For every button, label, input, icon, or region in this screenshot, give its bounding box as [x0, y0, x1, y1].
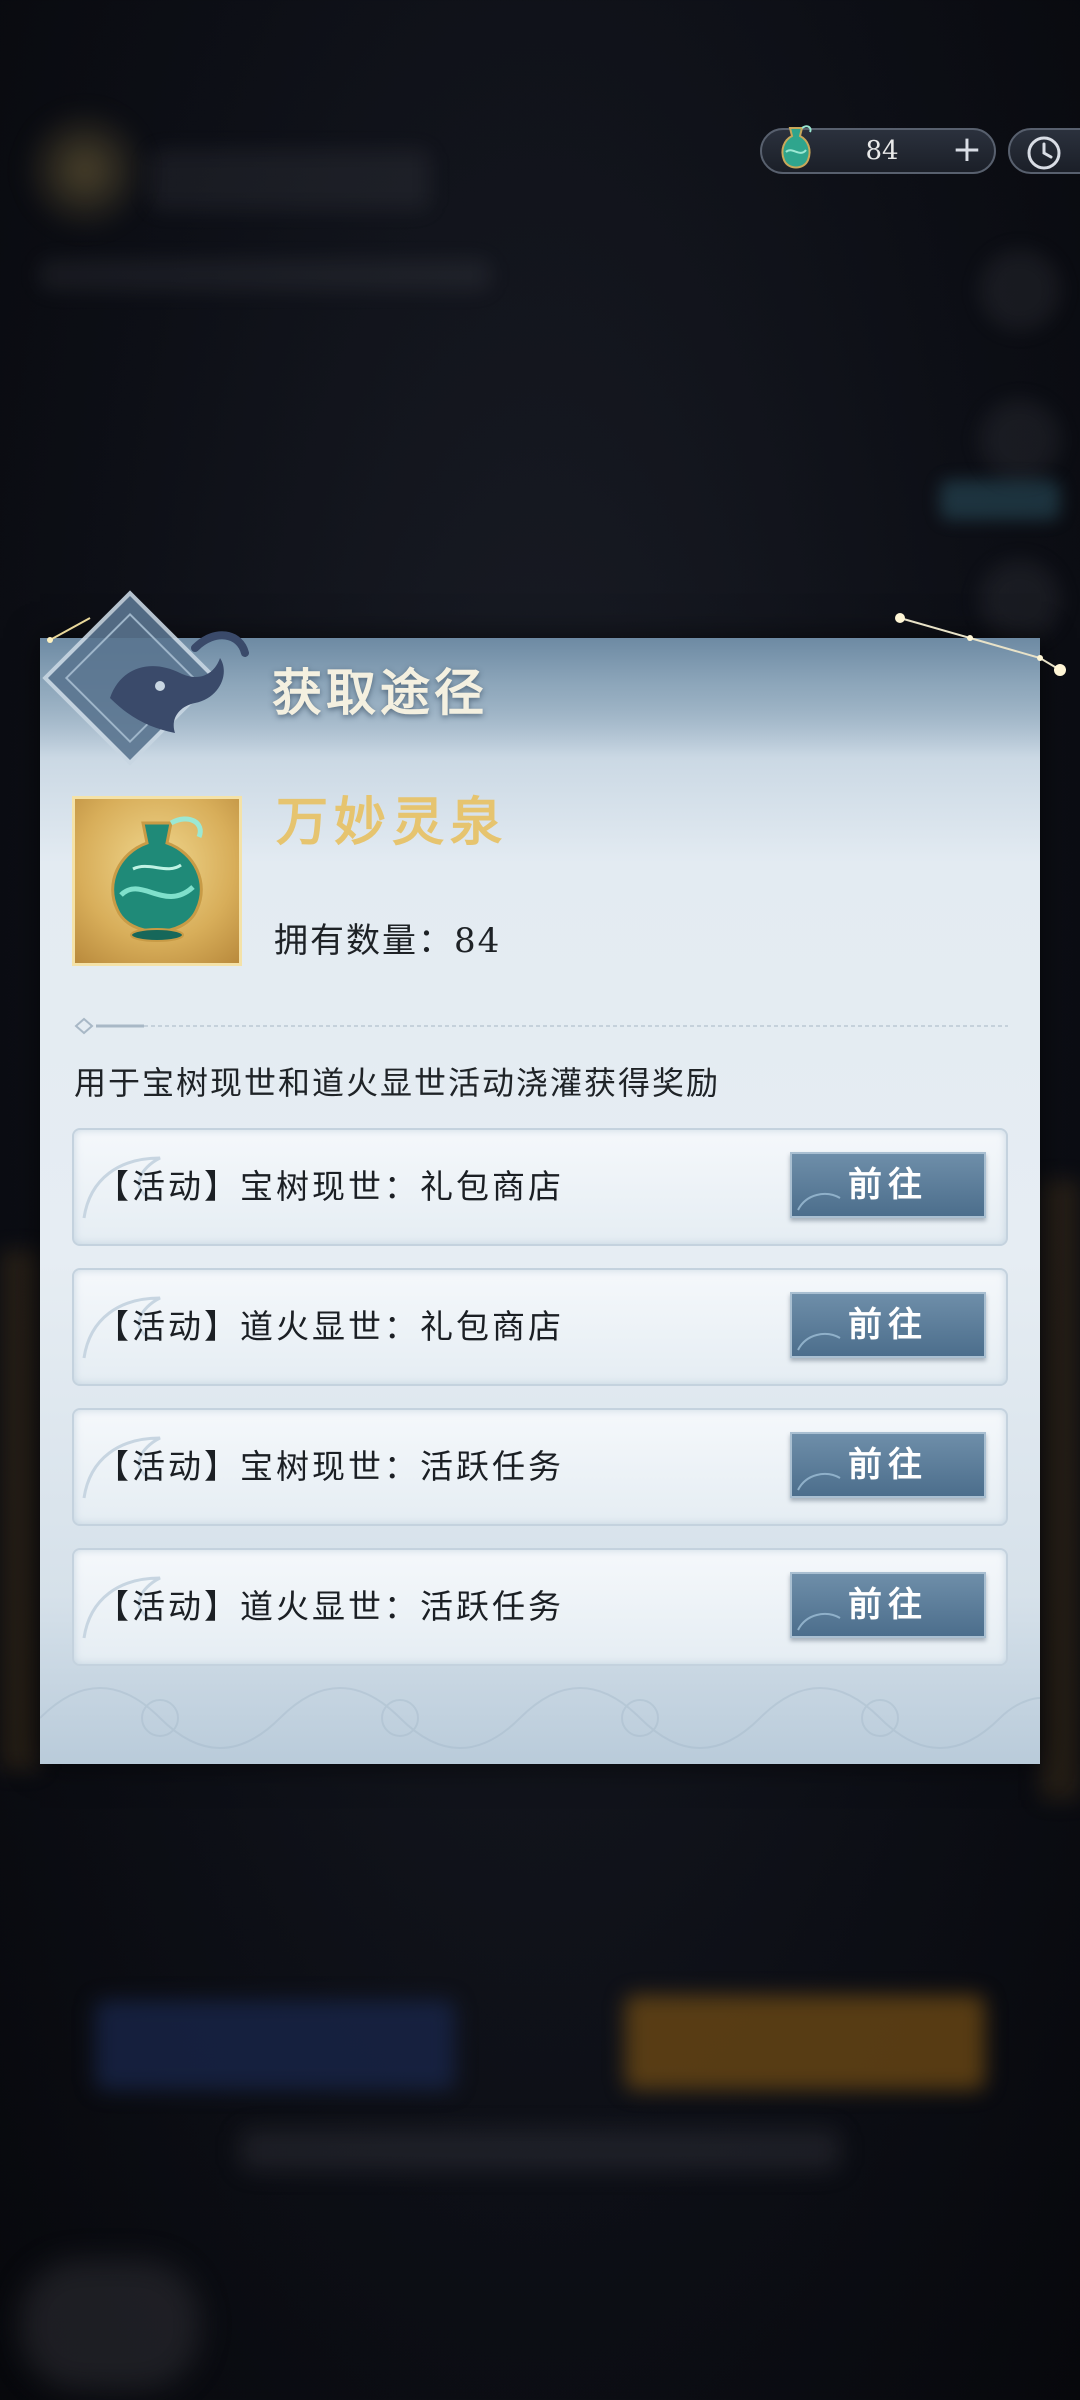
item-count: 拥有数量：84: [274, 921, 502, 961]
acquisition-dialog: 获取途径 万妙灵泉 拥有数量：84 用于宝树现世和道火显世活动浇灌获得奖励 【活…: [40, 590, 1066, 1764]
spirit-spring-vase-icon: [111, 816, 203, 942]
route-row: 【活动】宝树现世：活跃任务 前往: [72, 1408, 1008, 1526]
background-decoration: [1040, 1180, 1080, 1800]
green-vase-icon: [781, 125, 812, 169]
clock-icon: [1027, 136, 1061, 170]
background-logo: [20, 110, 150, 230]
dialog-pattern: [40, 1687, 1040, 1749]
currency-amount: 84: [865, 136, 899, 166]
background-side-tag: [940, 480, 1060, 520]
dialog-title: 获取途径: [272, 663, 488, 722]
route-row: 【活动】道火显世：礼包商店 前往: [72, 1268, 1008, 1386]
background-side-icon: [980, 250, 1060, 330]
clock-button[interactable]: [1008, 128, 1080, 174]
route-label: 【活动】宝树现世：活跃任务: [96, 1447, 564, 1486]
background-title: [150, 150, 430, 210]
background-button: [625, 1995, 985, 2090]
go-button[interactable]: 前往: [790, 1432, 986, 1498]
route-label: 【活动】道火显世：礼包商店: [96, 1307, 564, 1346]
dragon-emblem: [42, 590, 249, 766]
background-button: [95, 2000, 455, 2090]
item-description: 用于宝树现世和道火显世活动浇灌获得奖励: [74, 1064, 721, 1102]
section-divider: [74, 1017, 1008, 1035]
currency-display: 84 +: [760, 125, 996, 174]
add-currency-button[interactable]: +: [950, 132, 984, 168]
route-row: 【活动】道火显世：活跃任务 前往: [72, 1548, 1008, 1666]
go-button-label: 前往: [848, 1585, 928, 1625]
background-back-button: [20, 2260, 200, 2390]
background-subtitle: [40, 260, 490, 290]
go-button[interactable]: 前往: [790, 1292, 986, 1358]
route-label: 【活动】宝树现世：礼包商店: [96, 1167, 564, 1206]
go-button[interactable]: 前往: [790, 1572, 986, 1638]
go-button-label: 前往: [848, 1165, 928, 1205]
background-text: [240, 2130, 840, 2170]
constellation-decoration: [895, 613, 1066, 676]
go-button-label: 前往: [848, 1445, 928, 1485]
route-label: 【活动】道火显世：活跃任务: [96, 1587, 564, 1626]
item-icon-frame: [72, 796, 242, 966]
background-decoration: [0, 1250, 40, 1770]
background-side-icon: [980, 400, 1060, 480]
go-button-label: 前往: [848, 1305, 928, 1345]
item-name: 万妙灵泉: [276, 792, 509, 853]
route-row: 【活动】宝树现世：礼包商店 前往: [72, 1128, 1008, 1246]
go-button[interactable]: 前往: [790, 1152, 986, 1218]
